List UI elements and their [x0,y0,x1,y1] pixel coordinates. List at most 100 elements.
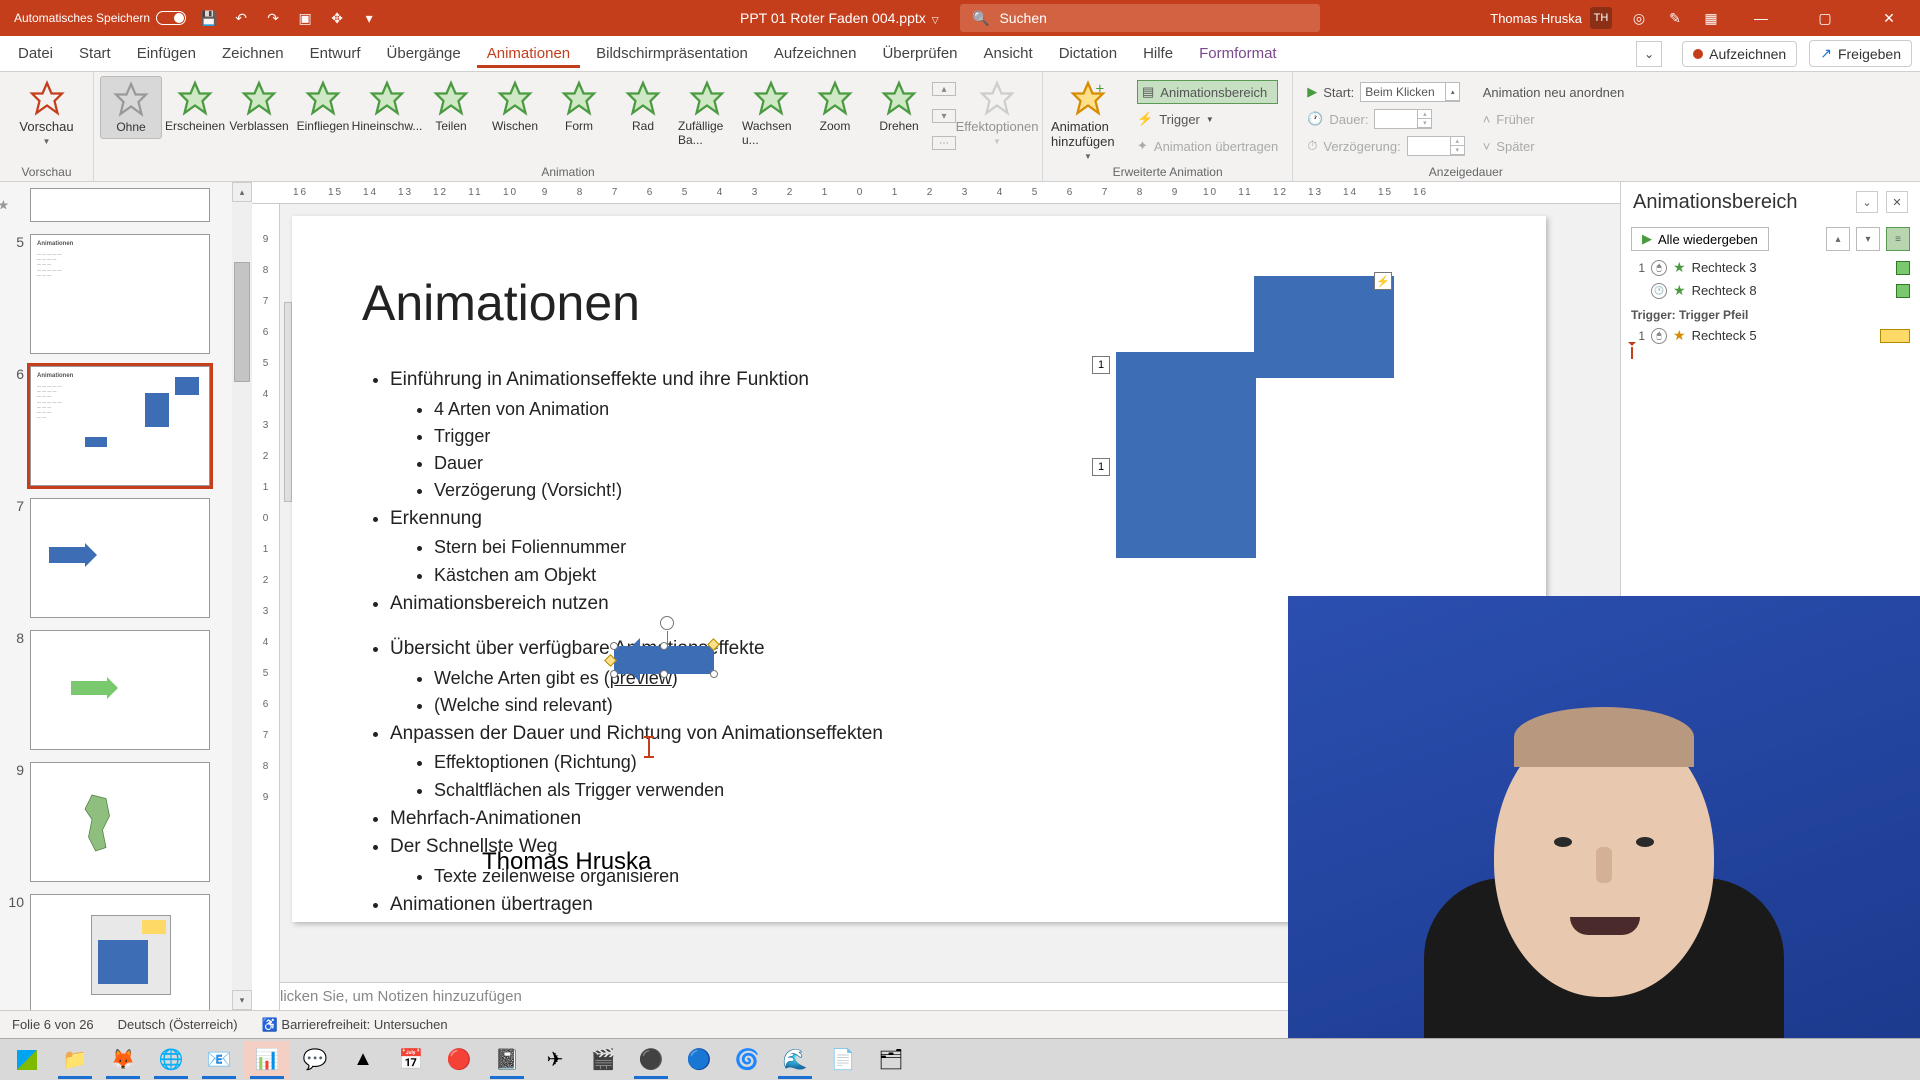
anim-order-tag-2[interactable]: 1 [1092,458,1110,476]
taskbar-app-1[interactable]: 💬 [292,1041,338,1079]
sync-icon[interactable]: ◎ [1630,9,1648,27]
rectangle-shape-1[interactable] [1254,276,1394,378]
thumbs-scrollbar[interactable]: ▴ ▾ [232,182,252,1010]
scroll-down-icon[interactable]: ▾ [232,990,252,1010]
tab-entwurf[interactable]: Entwurf [300,39,371,68]
share-button[interactable]: ↗Freigeben [1809,40,1912,67]
taskbar-app-3[interactable]: 🔴 [436,1041,482,1079]
anim-form[interactable]: Form [548,76,610,137]
accessibility-checker[interactable]: ♿ Barrierefreiheit: Untersuchen [262,1017,448,1033]
touch-mode-icon[interactable]: ✥ [328,9,346,27]
anim-item-rechteck5[interactable]: 1🖱★Rechteck 5 [1621,324,1920,347]
taskbar-app-6[interactable]: 🌀 [724,1041,770,1079]
slide-thumb-7[interactable]: 7★ [6,498,228,618]
window-layout-icon[interactable]: ▦ [1702,9,1720,27]
timeline-playhead[interactable] [1631,347,1920,359]
tab-aufzeichnen[interactable]: Aufzeichnen [764,39,867,68]
taskbar-firefox[interactable]: 🦊 [100,1041,146,1079]
tab-dictation[interactable]: Dictation [1049,39,1127,68]
language-indicator[interactable]: Deutsch (Österreich) [118,1017,238,1032]
tab-bildschirm[interactable]: Bildschirmpräsentation [586,39,758,68]
taskbar-app-4[interactable]: 🎬 [580,1041,626,1079]
minimize-button[interactable]: — [1738,0,1784,36]
qat-more-icon[interactable]: ▾ [360,9,378,27]
tab-einfuegen[interactable]: Einfügen [127,39,206,68]
slide-content[interactable]: Einführung in Animationseffekte und ihre… [362,366,1476,617]
start-dropdown[interactable]: ▶Start:Beim Klicken▴ [1307,80,1464,104]
undo-icon[interactable]: ↶ [232,9,250,27]
taskbar-obs[interactable]: ⚫ [628,1041,674,1079]
file-name[interactable]: PPT 01 Roter Faden 004.pptx▽ [740,10,939,26]
taskbar-outlook[interactable]: 📧 [196,1041,242,1079]
taskbar-explorer[interactable]: 📁 [52,1041,98,1079]
search-box[interactable]: 🔍 Suchen [960,4,1320,32]
move-later-button[interactable]: ˅Später [1483,134,1625,158]
taskbar-app-7[interactable]: 📄 [820,1041,866,1079]
taskbar-vlc[interactable]: ▲ [340,1041,386,1079]
anim-drehen[interactable]: Drehen [868,76,930,137]
tab-zeichnen[interactable]: Zeichnen [212,39,294,68]
rectangle-shape-2[interactable] [1116,352,1256,558]
anim-trigger-tag-icon[interactable]: ⚡ [1374,272,1392,290]
present-from-start-icon[interactable]: ▣ [296,9,314,27]
delay-spinner[interactable]: ⏱Verzögerung:▴▾ [1307,134,1464,158]
taskbar-app-5[interactable]: 🔵 [676,1041,722,1079]
slide-thumb-8[interactable]: 8★ [6,630,228,750]
animation-painter-button[interactable]: ✦Animation übertragen [1137,134,1278,158]
anim-einfliegen[interactable]: Einfliegen [292,76,354,137]
timeline-toggle[interactable]: ≡ [1886,227,1910,251]
autosave-toggle[interactable]: Automatisches Speichern [14,11,186,25]
duration-spinner[interactable]: 🕐Dauer:▴▾ [1307,107,1464,131]
taskbar-powerpoint[interactable]: 📊 [244,1041,290,1079]
anim-zoom[interactable]: Zoom [804,76,866,137]
maximize-button[interactable]: ▢ [1802,0,1848,36]
pane-options-icon[interactable]: ⌄ [1856,191,1878,213]
anim-ohne[interactable]: Ohne [100,76,162,139]
gallery-more-button[interactable]: ▴▾⋯ [932,76,956,156]
save-icon[interactable]: 💾 [200,9,218,27]
taskbar-edge[interactable]: 🌊 [772,1041,818,1079]
tab-start[interactable]: Start [69,39,121,68]
pane-close-icon[interactable]: ✕ [1886,191,1908,213]
account-button[interactable]: Thomas Hruska TH [1490,7,1612,29]
close-button[interactable]: ✕ [1866,0,1912,36]
anim-verblassen[interactable]: Verblassen [228,76,290,137]
arrow-shape-selected[interactable] [614,646,714,686]
slide-thumb-9[interactable]: 9★ [6,762,228,882]
slide-thumb-4-partial[interactable] [6,188,228,222]
tab-formformat[interactable]: Formformat [1189,39,1287,68]
redo-icon[interactable]: ↷ [264,9,282,27]
play-all-button[interactable]: ▶Alle wiedergeben [1631,227,1769,251]
anim-erscheinen[interactable]: Erscheinen [164,76,226,137]
animation-pane-toggle[interactable]: ▤Animationsbereich [1137,80,1278,104]
anim-wischen[interactable]: Wischen [484,76,546,137]
anim-teilen[interactable]: Teilen [420,76,482,137]
ribbon-collapse-button[interactable]: ⌄ [1636,41,1662,67]
anim-wachsen[interactable]: Wachsen u... [740,76,802,151]
scroll-up-icon[interactable]: ▴ [232,182,252,202]
move-down-button[interactable]: ▾ [1856,227,1880,251]
taskbar-app-2[interactable]: 📅 [388,1041,434,1079]
move-earlier-button[interactable]: ˄Früher [1483,107,1625,131]
slide-thumb-5[interactable]: 5★Animationen— — — — —— — — —— — —— — — … [6,234,228,354]
taskbar-onenote[interactable]: 📓 [484,1041,530,1079]
tab-uebergaenge[interactable]: Übergänge [377,39,471,68]
draw-mode-icon[interactable]: ✎ [1666,9,1684,27]
effect-options-button[interactable]: Effektoptionen ▼ [958,76,1036,150]
trigger-button[interactable]: ⚡Trigger▼ [1137,107,1278,131]
tab-ueberpruefen[interactable]: Überprüfen [872,39,967,68]
taskbar-telegram[interactable]: ✈ [532,1041,578,1079]
start-button[interactable] [4,1041,50,1079]
anim-zufaellig[interactable]: Zufällige Ba... [676,76,738,151]
slide-thumb-6[interactable]: 6★Animationen— — — — —— — — —— — —— — — … [6,366,228,486]
anim-item-rechteck3[interactable]: 1🖱★Rechteck 3 [1621,256,1920,279]
tab-animationen[interactable]: Animationen [477,39,580,68]
slide-thumb-10[interactable]: 10★ [6,894,228,1010]
preview-button[interactable]: Vorschau ▼ [8,76,86,150]
record-button[interactable]: Aufzeichnen [1682,41,1797,67]
rotate-handle[interactable] [660,616,674,630]
anim-rad[interactable]: Rad [612,76,674,137]
anim-item-rechteck8[interactable]: 🕐★Rechteck 8 [1621,279,1920,302]
tab-hilfe[interactable]: Hilfe [1133,39,1183,68]
taskbar-chrome[interactable]: 🌐 [148,1041,194,1079]
